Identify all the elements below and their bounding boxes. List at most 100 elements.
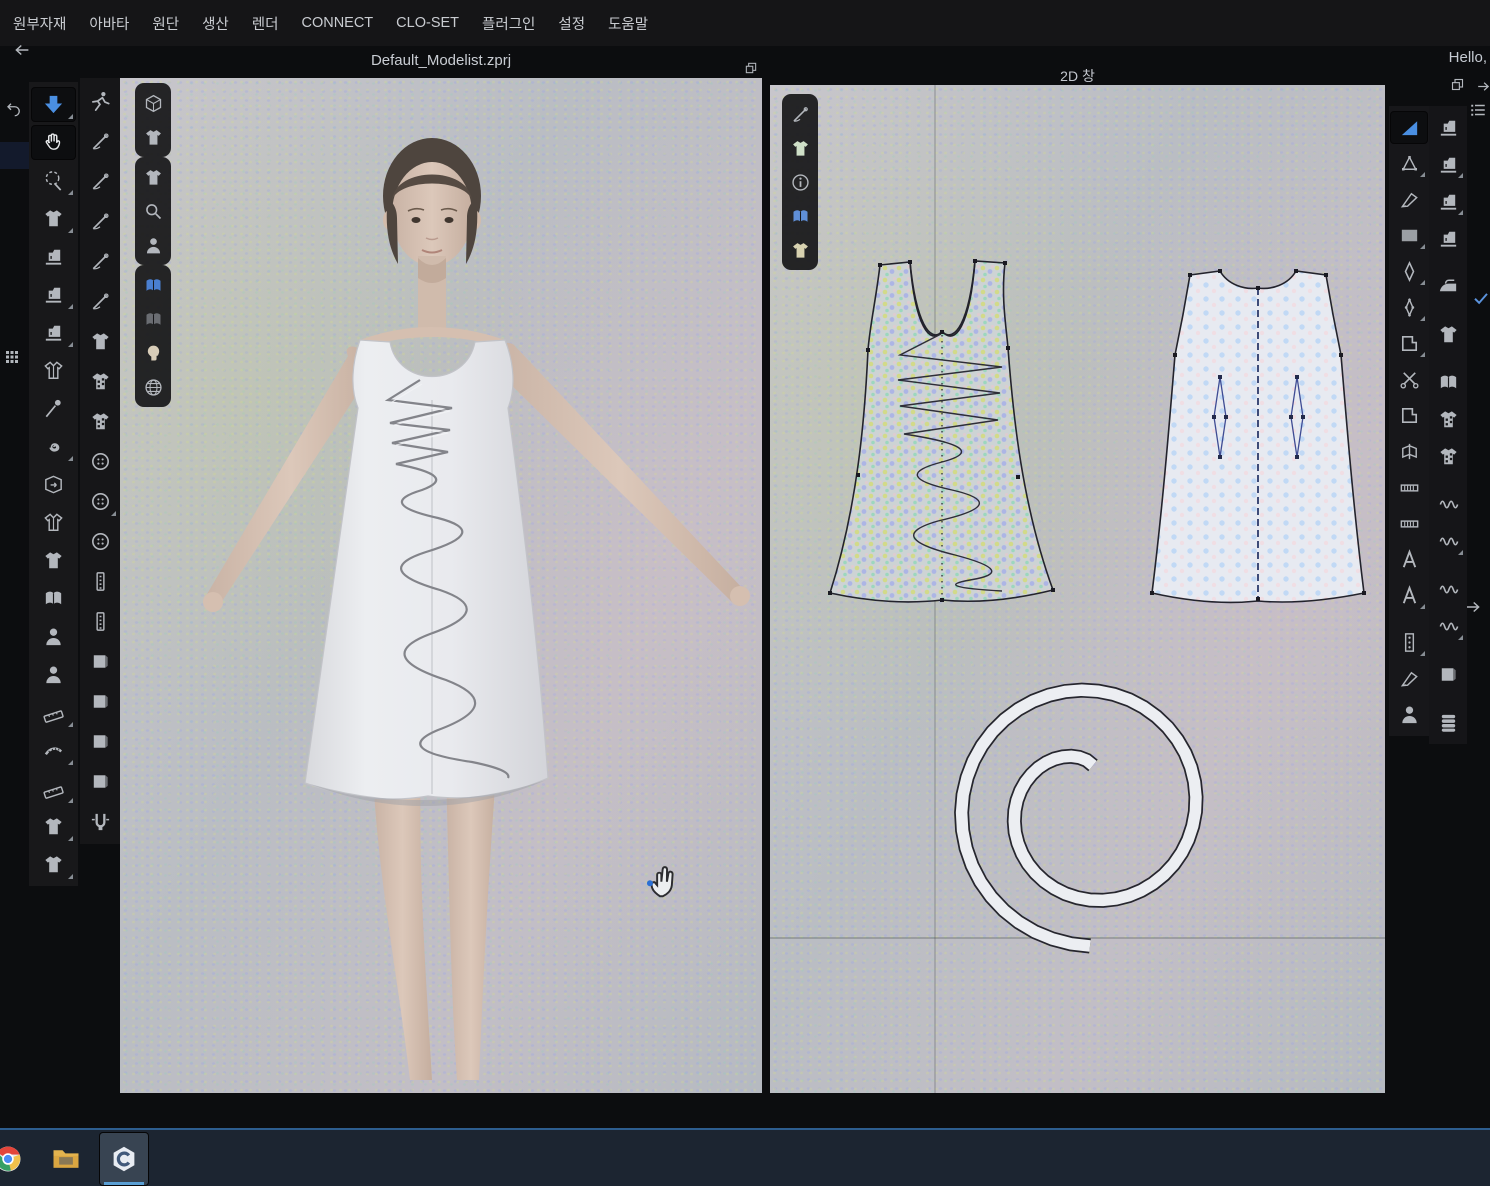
menu-fabric[interactable]: 원단 <box>149 11 182 36</box>
pan-hand-tool[interactable] <box>32 126 75 159</box>
corner-pattern-tool[interactable] <box>1391 328 1427 359</box>
swatch-third-tool[interactable] <box>82 765 118 798</box>
clo-app-icon[interactable] <box>100 1133 148 1185</box>
select-move-tool[interactable] <box>32 88 75 121</box>
zipper-tool[interactable] <box>82 605 118 638</box>
checker-2d-tool[interactable] <box>1431 441 1465 472</box>
needle-garment-tool[interactable] <box>82 125 118 158</box>
viewport-3d[interactable] <box>120 78 762 1093</box>
checker-shirt-flag-tool[interactable] <box>82 365 118 398</box>
fabric-swatch-icon[interactable] <box>785 200 815 232</box>
free-sewing-2d-tool[interactable] <box>1431 186 1465 217</box>
shirt-measure-tool[interactable] <box>32 810 75 843</box>
swatch-tool[interactable] <box>82 645 118 678</box>
checker-flag-2d-tool[interactable] <box>1431 404 1465 435</box>
fabric-glue-tool[interactable] <box>1431 367 1465 398</box>
avatar-3d[interactable] <box>120 78 762 1093</box>
sewing-inspect-tool[interactable] <box>1431 223 1465 254</box>
pattern-piece-spiral-ruffle[interactable] <box>962 690 1196 946</box>
lasso-select-tool[interactable] <box>32 164 75 197</box>
edit-pattern-tool[interactable] <box>1391 148 1427 179</box>
avatar-garment-tool[interactable] <box>32 658 75 691</box>
simulate-tool[interactable] <box>82 85 118 118</box>
pattern-piece-front[interactable] <box>828 259 1055 602</box>
list-view-icon[interactable] <box>1469 101 1487 119</box>
rotate-garment-tool[interactable] <box>32 620 75 653</box>
needle-drape-tool[interactable] <box>82 245 118 278</box>
back-arrow-icon[interactable] <box>13 41 31 59</box>
file-explorer-icon[interactable] <box>42 1133 90 1185</box>
awl-tool-icon[interactable] <box>785 98 815 130</box>
clamp-tool[interactable] <box>82 805 118 838</box>
fabric-view-blue-icon[interactable] <box>138 269 168 301</box>
text-tool[interactable] <box>1391 580 1427 611</box>
iron-press-tool[interactable] <box>1431 271 1465 302</box>
ruler-tool[interactable] <box>32 772 75 805</box>
dart-point-tool[interactable] <box>1391 292 1427 323</box>
segment-sewing-2d-tool[interactable] <box>1431 149 1465 180</box>
undo-icon[interactable] <box>5 100 23 118</box>
fabric-add-tool[interactable] <box>1431 659 1465 690</box>
buttonhole-lock-tool[interactable] <box>82 525 118 558</box>
solidify-jacket-tool[interactable] <box>32 506 75 539</box>
menu-avatar[interactable]: 아바타 <box>86 11 132 36</box>
locked-shirt-icon[interactable] <box>785 234 815 266</box>
garment-dissolve-tool[interactable] <box>82 325 118 358</box>
clone-layer-garment-tool[interactable] <box>32 544 75 577</box>
annotation-pen-tool[interactable] <box>1391 663 1427 694</box>
transform-pattern-tool[interactable] <box>1391 112 1427 143</box>
show-pattern-shirt-icon[interactable] <box>785 132 815 164</box>
avatar-pattern-tool[interactable] <box>1391 699 1427 730</box>
shirt-flag-2d-tool[interactable] <box>1431 319 1465 350</box>
quilt-puffer-tool[interactable] <box>1431 707 1465 738</box>
zipper-flag-tool[interactable] <box>82 565 118 598</box>
show-garment-icon[interactable] <box>138 161 168 193</box>
basting-flag-tool[interactable] <box>1431 489 1465 520</box>
menu-plugin[interactable]: 플러그인 <box>479 11 538 36</box>
dart-tool[interactable] <box>1391 256 1427 287</box>
menu-settings[interactable]: 설정 <box>555 11 588 36</box>
unfold-pattern-tool[interactable] <box>1391 436 1427 467</box>
confirm-check-icon[interactable] <box>1472 289 1490 307</box>
pattern-piece-back[interactable] <box>1150 269 1366 602</box>
menu-help[interactable]: 도움말 <box>605 11 651 36</box>
button-flag-tool[interactable] <box>82 445 118 478</box>
rectangle-pattern-tool[interactable] <box>1391 220 1427 251</box>
edit-curve-tool[interactable] <box>1391 184 1427 215</box>
swatch-flag-tool[interactable] <box>82 725 118 758</box>
shirt-measure-edit-tool[interactable] <box>32 848 75 881</box>
pin-tool[interactable] <box>32 392 75 425</box>
vest-sewing-tool[interactable] <box>32 354 75 387</box>
grid-dots-icon[interactable] <box>3 348 21 366</box>
avatar-head-icon[interactable] <box>138 337 168 369</box>
sewing-machine-2d-tool[interactable] <box>1431 112 1465 143</box>
sewing-machine-tool[interactable] <box>32 240 75 273</box>
show-3d-geometry-icon[interactable] <box>138 87 168 119</box>
menu-render[interactable]: 렌더 <box>249 11 282 36</box>
needle-garment-alt-tool[interactable] <box>82 165 118 198</box>
seam-tape-tool[interactable] <box>1391 508 1427 539</box>
elastic-tool[interactable] <box>1431 611 1465 642</box>
twist-tool[interactable] <box>32 430 75 463</box>
tape-measure-tool[interactable] <box>32 734 75 767</box>
trace-tool[interactable] <box>1391 400 1427 431</box>
fold-arrangement-tool[interactable] <box>32 468 75 501</box>
drape-garment-tool[interactable] <box>32 202 75 235</box>
cut-tool[interactable] <box>1391 364 1427 395</box>
show-avatar-icon[interactable] <box>138 229 168 261</box>
garment-height-measure-tool[interactable] <box>32 696 75 729</box>
fabric-view-dark-icon[interactable] <box>138 303 168 335</box>
show-3d-garment-icon[interactable] <box>138 121 168 153</box>
inspect-garment-icon[interactable] <box>138 195 168 227</box>
needle-garment-third-tool[interactable] <box>82 205 118 238</box>
world-globe-icon[interactable] <box>138 371 168 403</box>
fabric-open-tool[interactable] <box>32 582 75 615</box>
menu-closet[interactable]: CLO-SET <box>393 13 462 33</box>
pattern-info-icon[interactable] <box>785 166 815 198</box>
forward-arrow-icon[interactable] <box>1476 79 1490 94</box>
button-tool[interactable] <box>82 485 118 518</box>
restore-window-icon[interactable] <box>1450 77 1465 92</box>
menu-trims[interactable]: 원부자재 <box>10 11 69 36</box>
segment-sewing-tool[interactable] <box>32 278 75 311</box>
free-sewing-tool[interactable] <box>32 316 75 349</box>
